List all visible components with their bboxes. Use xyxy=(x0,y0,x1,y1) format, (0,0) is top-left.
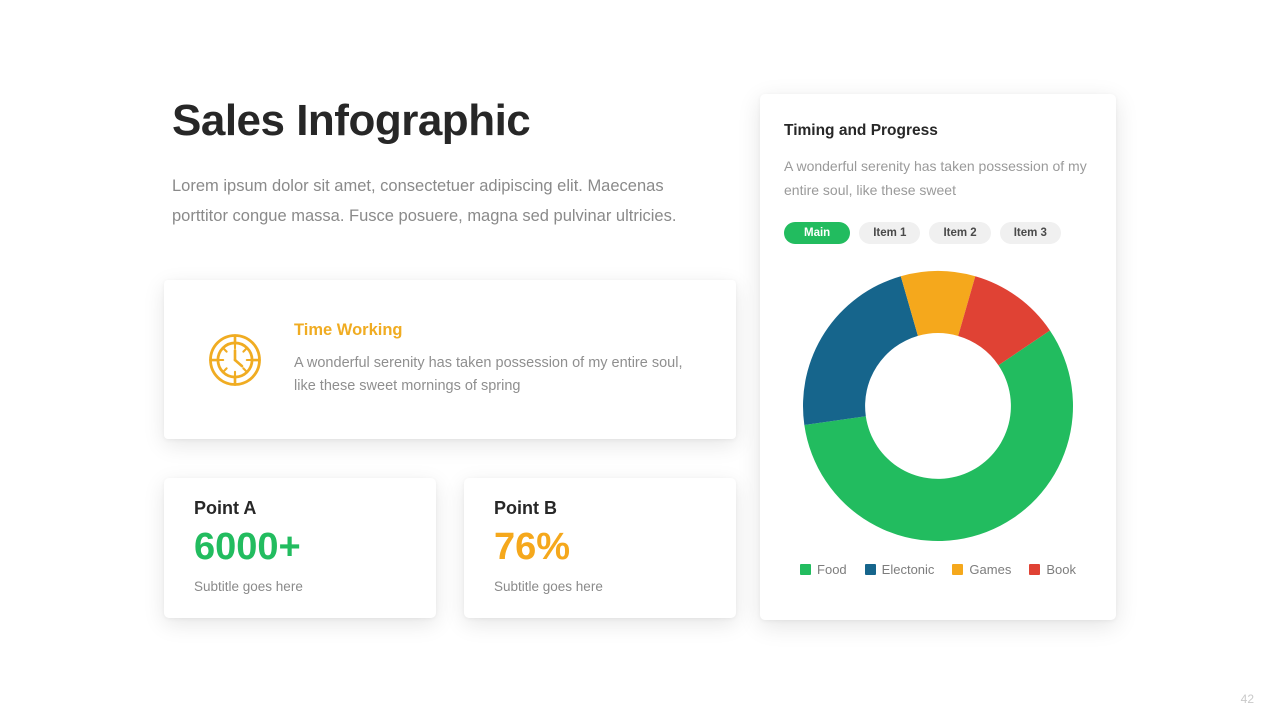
panel-description: A wonderful serenity has taken possessio… xyxy=(784,158,1087,199)
panel-tab-row: Main Item 1 Item 2 Item 3 xyxy=(784,222,1092,245)
panel-tab-main[interactable]: Main xyxy=(784,222,851,245)
donut-segment-electonic[interactable] xyxy=(803,276,918,426)
stat-card-point-b[interactable]: Point B 76% Subtitle goes here xyxy=(464,478,736,618)
legend-swatch-icon xyxy=(952,564,964,576)
legend-label: Book xyxy=(1046,562,1076,578)
time-working-body: Time Working A wonderful serenity has ta… xyxy=(268,321,708,399)
stat-label: Point A xyxy=(194,498,257,518)
legend-item-book[interactable]: Book xyxy=(1029,562,1076,577)
time-working-text: A wonderful serenity has taken possessio… xyxy=(294,354,683,394)
legend-swatch-icon xyxy=(864,564,876,576)
stat-label: Point B xyxy=(494,498,557,518)
legend-swatch-icon xyxy=(1029,564,1041,576)
legend-label: Electonic xyxy=(881,562,935,578)
page-title: Sales Infographic xyxy=(172,96,531,145)
intro-block: Sales Infographic Lorem ipsum dolor sit … xyxy=(172,96,737,232)
panel-tab-item-3[interactable]: Item 3 xyxy=(999,222,1061,245)
panel-title: Timing and Progress xyxy=(784,122,938,139)
clock-icon xyxy=(202,332,268,388)
legend-swatch-icon xyxy=(800,564,812,576)
stat-subtitle: Subtitle goes here xyxy=(494,578,603,594)
donut-chart-svg xyxy=(803,271,1073,542)
legend-item-games[interactable]: Games xyxy=(952,562,1011,577)
panel-tab-item-1[interactable]: Item 1 xyxy=(859,222,921,245)
time-working-card[interactable]: Time Working A wonderful serenity has ta… xyxy=(164,280,736,439)
slide-canvas: Sales Infographic Lorem ipsum dolor sit … xyxy=(0,0,1280,720)
legend-label: Food xyxy=(817,562,847,578)
page-description: Lorem ipsum dolor sit amet, consectetuer… xyxy=(172,176,677,226)
panel-tab-item-2[interactable]: Item 2 xyxy=(929,222,991,245)
legend-item-electonic[interactable]: Electonic xyxy=(864,562,935,578)
page-number: 42 xyxy=(1240,692,1254,706)
donut-chart xyxy=(784,262,1092,550)
time-working-title: Time Working xyxy=(294,320,403,339)
stat-value: 6000+ xyxy=(194,526,301,568)
timing-progress-panel: Timing and Progress A wonderful serenity… xyxy=(760,94,1116,620)
legend-item-food[interactable]: Food xyxy=(800,562,847,577)
legend-label: Games xyxy=(969,562,1012,578)
stat-subtitle: Subtitle goes here xyxy=(194,578,303,594)
stat-value: 76% xyxy=(494,526,571,568)
stat-card-point-a[interactable]: Point A 6000+ Subtitle goes here xyxy=(164,478,436,618)
chart-legend: Food Electonic Games Book xyxy=(784,562,1092,577)
